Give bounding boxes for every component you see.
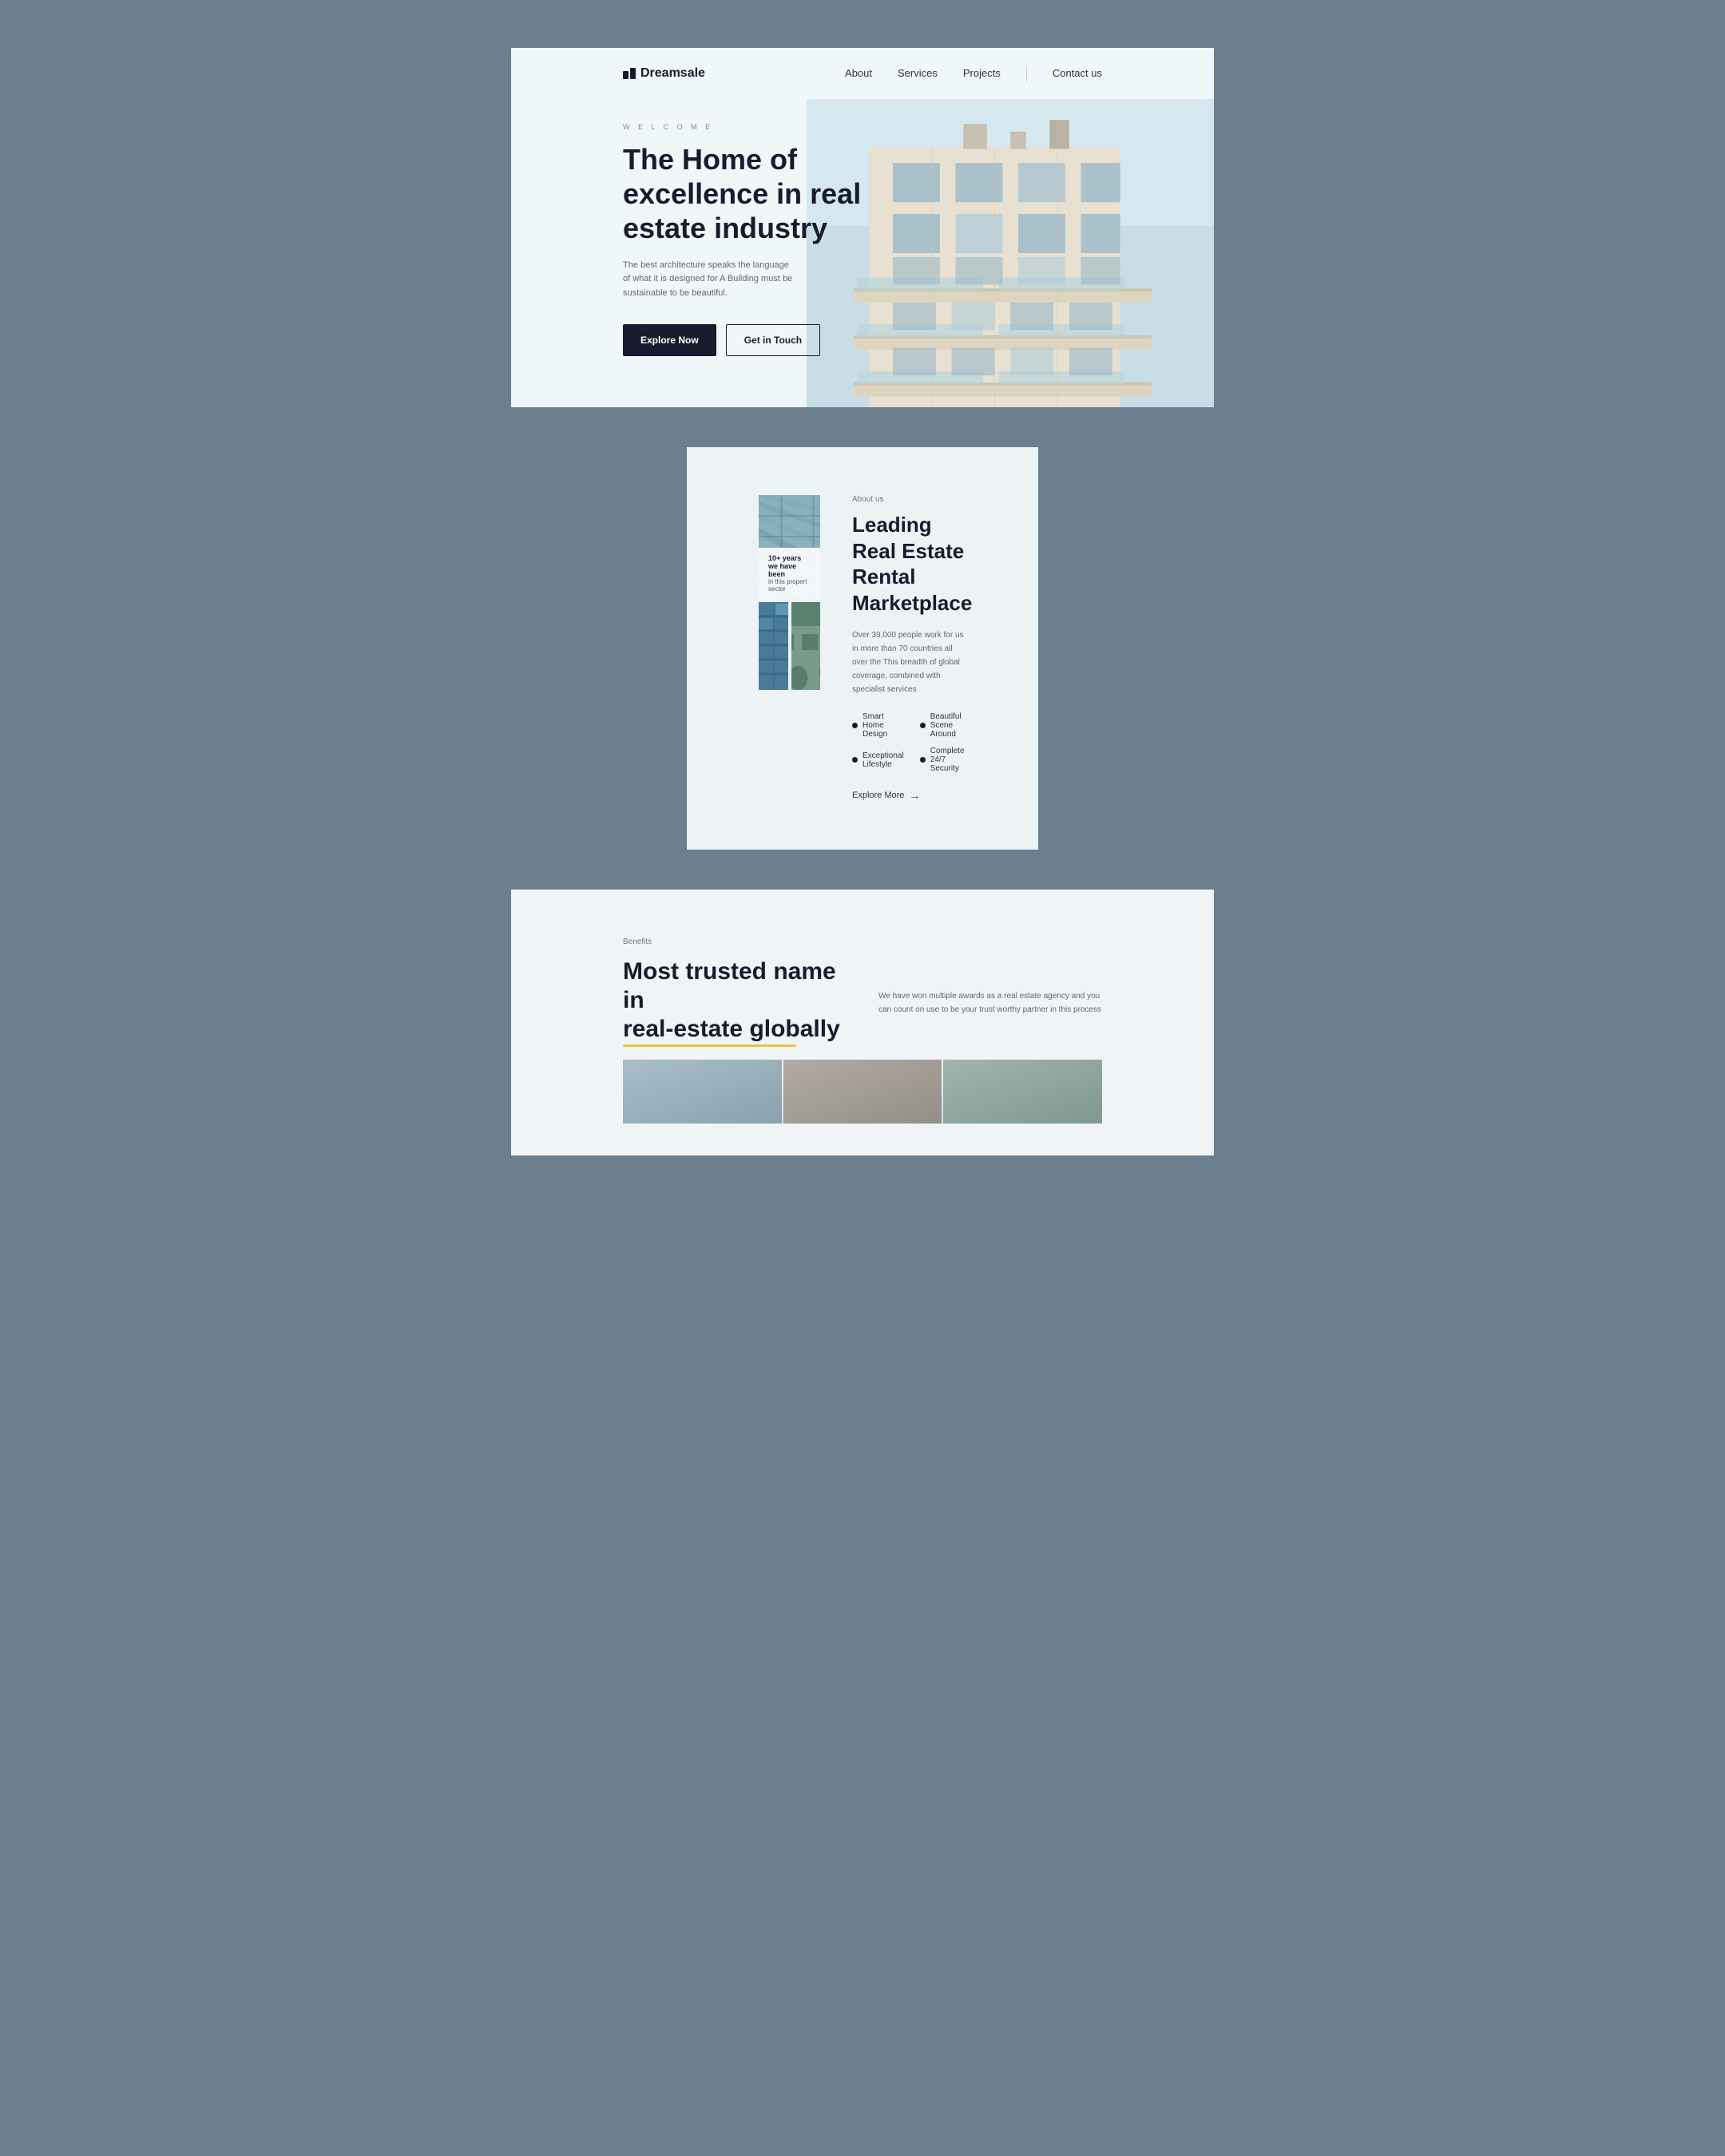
about-section: 10+ years we have been in this propert s… — [687, 447, 1038, 850]
about-image-bottom-right — [791, 602, 821, 690]
hero-section: Dreamsale About Services Projects Contac… — [511, 48, 1214, 407]
hero-welcome: W E L C O M E — [623, 123, 862, 131]
benefits-description: We have won multiple awards as a real es… — [878, 989, 1102, 1017]
section-gap-2 — [511, 850, 1214, 890]
about-inner: 10+ years we have been in this propert s… — [759, 495, 966, 802]
explore-more-link[interactable]: Explore More → — [852, 789, 966, 802]
overlay-sub: in this propert sector — [768, 578, 811, 593]
feature-item-4: Complete 24/7 Security — [920, 747, 966, 773]
benefits-title: Most trusted name in real-estate globall… — [623, 957, 847, 1044]
hero-image — [807, 99, 1214, 407]
about-tag: About us — [852, 495, 966, 504]
bottom-image-1 — [623, 1060, 782, 1124]
about-title: Leading Real Estate Rental Marketplace — [852, 512, 966, 616]
image-overlay: 10+ years we have been in this propert s… — [759, 548, 820, 599]
bottom-image-row — [623, 1060, 1102, 1124]
benefits-inner: Most trusted name in real-estate globall… — [623, 957, 1102, 1044]
about-images: 10+ years we have been in this propert s… — [759, 495, 820, 690]
feature-dot-3 — [852, 757, 858, 763]
benefits-right: We have won multiple awards as a real es… — [878, 957, 1102, 1017]
feature-dot-1 — [852, 723, 858, 728]
explore-more-arrow-icon: → — [909, 789, 920, 802]
logo[interactable]: Dreamsale — [623, 66, 705, 81]
feature-item-1: Smart Home Design — [852, 712, 904, 739]
about-description: Over 39,000 people work for us in more t… — [852, 628, 966, 696]
hero-text: W E L C O M E The Home of excellence in … — [511, 115, 862, 375]
navbar: Dreamsale About Services Projects Contac… — [511, 48, 1214, 99]
hero-content: W E L C O M E The Home of excellence in … — [511, 99, 1214, 407]
nav-about[interactable]: About — [845, 67, 872, 79]
nav-projects[interactable]: Projects — [963, 67, 1001, 79]
nav-contact[interactable]: Contact us — [1053, 67, 1102, 79]
hero-title: The Home of excellence in real estate in… — [623, 142, 862, 246]
about-text: About us Leading Real Estate Rental Mark… — [852, 495, 966, 802]
bottom-image-3 — [943, 1060, 1102, 1124]
overlay-title: 10+ years we have been — [768, 554, 811, 578]
logo-text: Dreamsale — [640, 66, 705, 81]
hero-buttons: Explore Now Get in Touch — [623, 324, 862, 356]
feature-item-3: Exceptional Lifestyle — [852, 747, 904, 773]
feature-dot-2 — [920, 723, 926, 728]
nav-links: About Services Projects Contact us — [845, 65, 1102, 81]
about-image-bottom-left — [759, 602, 788, 690]
features-grid: Smart Home Design Beautiful Scene Around… — [852, 712, 966, 773]
nav-services[interactable]: Services — [898, 67, 938, 79]
hero-subtitle: The best architecture speaks the languag… — [623, 259, 799, 301]
nav-divider — [1026, 65, 1027, 81]
benefits-section: Benefits Most trusted name in real-estat… — [511, 890, 1214, 1155]
bottom-image-2 — [783, 1060, 942, 1124]
feature-item-2: Beautiful Scene Around — [920, 712, 966, 739]
benefits-left: Most trusted name in real-estate globall… — [623, 957, 847, 1044]
benefits-tag: Benefits — [623, 937, 1102, 946]
benefits-underline-word: real-estate globally — [623, 1015, 840, 1044]
about-image-top: 10+ years we have been in this propert s… — [759, 495, 820, 599]
page-wrapper: Dreamsale About Services Projects Contac… — [511, 48, 1214, 1155]
feature-dot-4 — [920, 757, 926, 763]
get-in-touch-button[interactable]: Get in Touch — [726, 324, 820, 356]
logo-icon — [623, 68, 636, 79]
explore-now-button[interactable]: Explore Now — [623, 324, 716, 356]
section-gap-1 — [511, 407, 1214, 447]
